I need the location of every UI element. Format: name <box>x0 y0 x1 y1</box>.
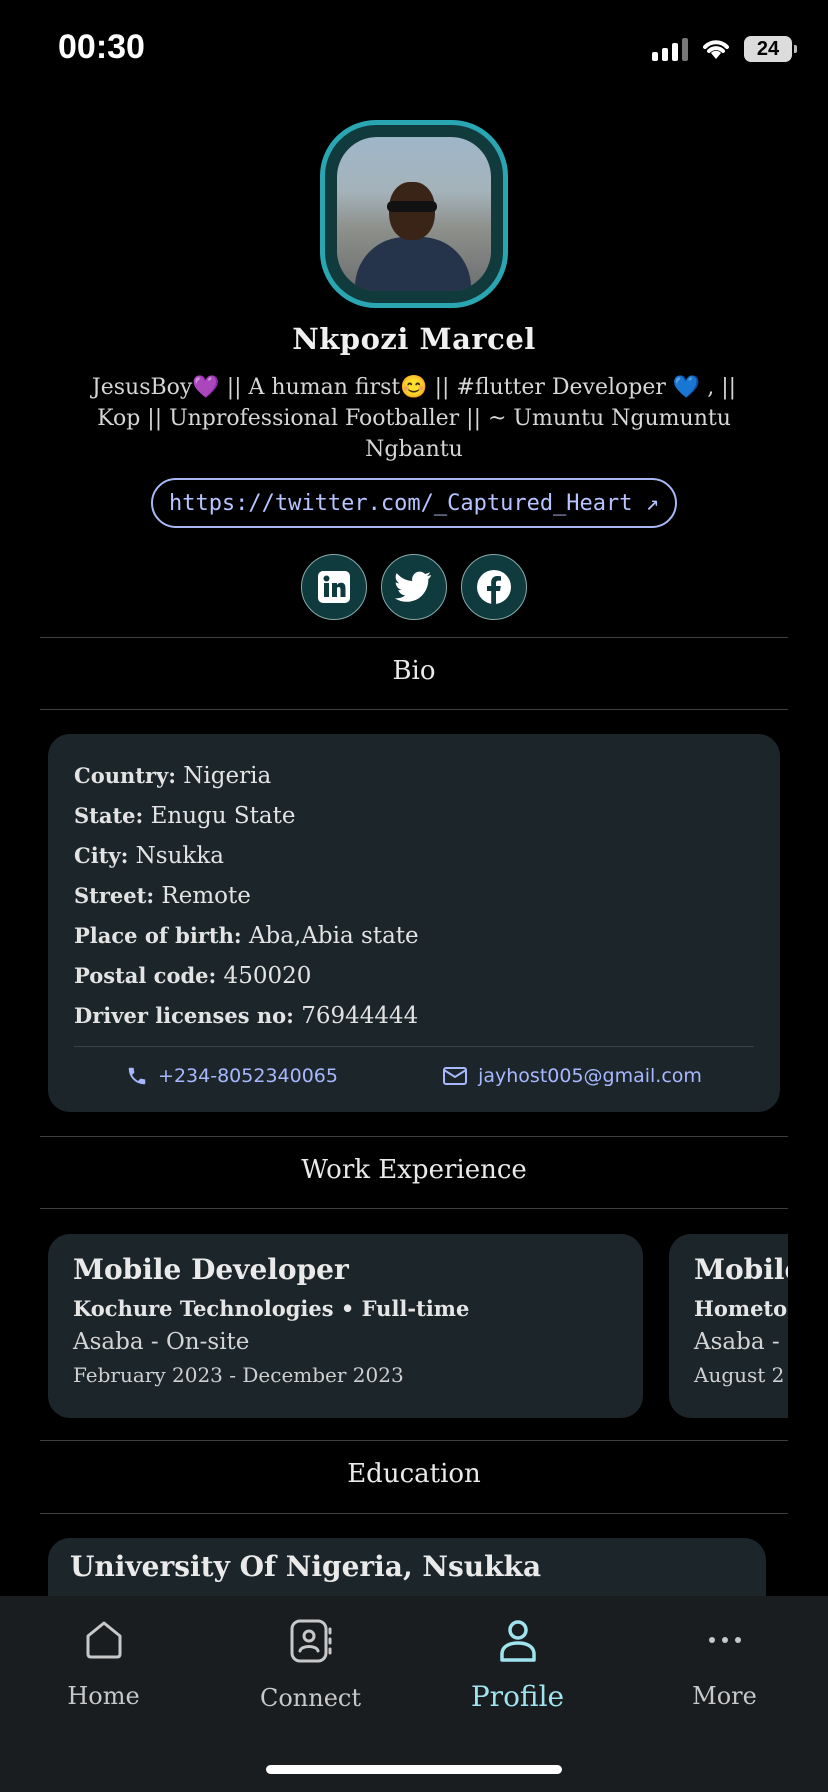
bio-row-postal-code: Postal code: 450020 <box>74 963 312 989</box>
status-icons: 24 <box>652 36 797 62</box>
job-location: Asaba - On-site <box>73 1329 250 1355</box>
bio-card: Country: Nigeria State: Enugu State City… <box>48 734 780 1112</box>
more-icon <box>708 1637 741 1643</box>
section-title-bio: Bio <box>392 656 436 686</box>
phone-icon <box>128 1067 146 1085</box>
avatar[interactable] <box>320 120 508 308</box>
tab-home[interactable]: Home <box>0 1596 207 1792</box>
job-company: Kochure Technologies • Full-time <box>73 1296 470 1321</box>
work-carousel[interactable]: Mobile Developer Kochure Technologies • … <box>48 1234 788 1418</box>
phone-number: +234-8052340065 <box>158 1065 338 1087</box>
bio-row-driver-license: Driver licenses no: 76944444 <box>74 1003 419 1029</box>
divider <box>40 637 788 638</box>
tab-label: Home <box>67 1682 140 1710</box>
job-dates: August 2 <box>694 1363 785 1387</box>
twitter-icon <box>395 571 431 602</box>
section-title-work: Work Experience <box>301 1155 527 1185</box>
contact-links: +234-8052340065 jayhost005@gmail.com <box>74 1065 754 1087</box>
divider <box>40 1513 788 1514</box>
job-location: Asaba - <box>694 1329 780 1355</box>
profile-bio: JesusBoy💜 || A human first😊 || #flutter … <box>91 375 737 462</box>
person-icon <box>499 1620 536 1662</box>
job-title: Mobile Developer <box>73 1253 349 1286</box>
twitter-link-label: https://twitter.com/_Captured_Heart ↗ <box>168 490 660 516</box>
job-company: Hometo <box>694 1296 788 1321</box>
work-card[interactable]: Mobile Developer Kochure Technologies • … <box>48 1234 643 1418</box>
bio-row-place-of-birth: Place of birth: Aba,Abia state <box>74 923 419 949</box>
divider <box>40 709 788 710</box>
twitter-link-button[interactable]: https://twitter.com/_Captured_Heart ↗ <box>151 478 677 528</box>
phone-link[interactable]: +234-8052340065 <box>126 1065 338 1087</box>
tab-label: Profile <box>470 1680 565 1713</box>
status-time: 00:30 <box>58 28 145 66</box>
tab-label: More <box>692 1682 757 1710</box>
divider <box>40 1208 788 1209</box>
avatar-photo <box>337 137 491 291</box>
social-links <box>0 554 828 620</box>
job-title: Mobile <box>694 1253 788 1286</box>
wifi-icon <box>703 40 729 59</box>
tab-more[interactable]: More <box>621 1596 828 1792</box>
section-title-education: Education <box>347 1459 481 1489</box>
battery-icon: 24 <box>744 36 797 62</box>
divider <box>74 1046 754 1047</box>
job-dates: February 2023 - December 2023 <box>73 1363 404 1387</box>
tab-connect[interactable]: Connect <box>207 1596 414 1792</box>
divider <box>40 1136 788 1137</box>
home-indicator[interactable] <box>266 1765 562 1774</box>
status-bar: 00:30 24 <box>0 0 828 100</box>
signal-icon <box>652 37 688 61</box>
contacts-icon <box>290 1619 331 1663</box>
divider <box>40 1440 788 1441</box>
home-icon <box>86 1621 121 1659</box>
tab-profile[interactable]: Profile <box>414 1596 621 1792</box>
bio-row-street: Street: Remote <box>74 883 251 909</box>
linkedin-button[interactable] <box>301 554 367 620</box>
bio-row-city: City: Nsukka <box>74 843 224 869</box>
tab-label: Connect <box>259 1684 361 1712</box>
mail-icon <box>443 1067 468 1085</box>
work-card[interactable]: Mobile Hometo Asaba - August 2 <box>669 1234 788 1418</box>
email-address: jayhost005@gmail.com <box>478 1065 702 1087</box>
linkedin-icon <box>318 571 350 603</box>
bottom-tab-bar: Home Connect Profile More <box>0 1596 828 1792</box>
bio-row-state: State: Enugu State <box>74 803 296 829</box>
twitter-button[interactable] <box>381 554 447 620</box>
bio-row-country: Country: Nigeria <box>74 763 272 789</box>
email-link[interactable]: jayhost005@gmail.com <box>442 1065 702 1087</box>
profile-name: Nkpozi Marcel <box>292 322 536 356</box>
school-name: University Of Nigeria, Nsukka <box>70 1550 542 1583</box>
facebook-button[interactable] <box>461 554 527 620</box>
facebook-icon <box>477 570 511 604</box>
